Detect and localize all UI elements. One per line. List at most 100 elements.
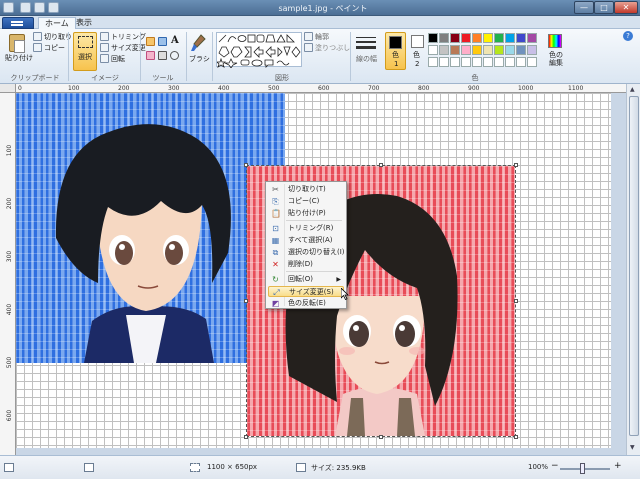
line-width-icon[interactable] xyxy=(356,35,376,53)
scroll-thumb[interactable] xyxy=(629,96,639,436)
resize-handle[interactable] xyxy=(514,163,518,167)
select-button[interactable]: 選択 xyxy=(73,32,97,71)
color-swatch[interactable] xyxy=(439,33,449,43)
color-swatch[interactable] xyxy=(428,33,438,43)
color-swatch[interactable] xyxy=(450,57,460,67)
edit-colors-icon[interactable] xyxy=(548,34,562,48)
resize-handle[interactable] xyxy=(244,435,248,439)
shapes-gallery[interactable] xyxy=(216,32,302,69)
fill-icon[interactable] xyxy=(158,37,167,46)
copy-button[interactable]: コピー xyxy=(44,44,65,52)
outline-icon[interactable] xyxy=(304,32,313,41)
line-width-button[interactable]: 線の幅 xyxy=(356,55,377,63)
color-swatch[interactable] xyxy=(494,57,504,67)
menu-item-cut[interactable]: ✂ 切り取り(T) xyxy=(268,184,344,195)
crop-icon[interactable] xyxy=(100,32,109,41)
paste-button-label[interactable]: 貼り付け xyxy=(5,54,33,62)
color-swatch[interactable] xyxy=(494,33,504,43)
close-button[interactable]: ✕ xyxy=(614,1,638,14)
brush-button-label[interactable]: ブラシ xyxy=(189,55,210,63)
menu-item-invert-color[interactable]: ◩ 色の反転(E) xyxy=(268,298,344,309)
color-swatch[interactable] xyxy=(527,45,537,55)
menu-item-crop[interactable]: ⊡ トリミング(R) xyxy=(268,223,344,234)
zoom-slider[interactable] xyxy=(560,468,610,470)
menu-item-label: 色の反転(E) xyxy=(288,299,326,307)
edit-colors-button[interactable]: 色の編集 xyxy=(547,51,565,67)
color-swatch[interactable] xyxy=(516,57,526,67)
color-swatch[interactable] xyxy=(516,45,526,55)
brush-icon[interactable] xyxy=(190,34,206,52)
menu-item-paste[interactable]: 📋 貼り付け(P) xyxy=(268,208,344,219)
menu-item-resize[interactable]: ⤢ サイズ変更(S) xyxy=(268,286,344,297)
color-swatch[interactable] xyxy=(461,45,471,55)
resize-handle[interactable] xyxy=(244,299,248,303)
color-swatch[interactable] xyxy=(461,33,471,43)
color-swatch[interactable] xyxy=(505,45,515,55)
color-swatch[interactable] xyxy=(516,33,526,43)
color-swatch[interactable] xyxy=(461,57,471,67)
color-swatch[interactable] xyxy=(505,33,515,43)
text-tool-icon[interactable]: A xyxy=(171,36,179,46)
pencil-icon[interactable] xyxy=(146,37,155,46)
color-swatch[interactable] xyxy=(439,45,449,55)
paste-icon[interactable] xyxy=(9,34,25,53)
menu-item-rotate[interactable]: ↻ 回転(O) ▶ xyxy=(268,274,344,285)
rotate-button[interactable]: 回転 xyxy=(111,55,125,63)
color-swatch[interactable] xyxy=(472,33,482,43)
resize-handle[interactable] xyxy=(379,435,383,439)
color-swatch[interactable] xyxy=(450,33,460,43)
cut-icon[interactable] xyxy=(33,32,42,41)
resize-handle[interactable] xyxy=(244,163,248,167)
horizontal-ruler: 0 100 200 300 400 500 600 700 800 900 1000 1100 xyxy=(16,84,626,93)
save-icon[interactable] xyxy=(20,2,31,13)
outline-button[interactable]: 輪郭 xyxy=(315,33,329,41)
resize-icon[interactable] xyxy=(100,43,109,52)
maximize-button[interactable]: □ xyxy=(594,1,614,14)
zoom-slider-thumb[interactable] xyxy=(580,463,585,474)
color2-button[interactable] xyxy=(411,35,424,48)
scroll-down-icon[interactable]: ▼ xyxy=(630,444,635,451)
color-swatch[interactable] xyxy=(527,33,537,43)
color-swatch[interactable] xyxy=(494,45,504,55)
magnifier-icon[interactable] xyxy=(170,51,179,60)
color-swatch[interactable] xyxy=(439,57,449,67)
color-swatch[interactable] xyxy=(483,57,493,67)
color-swatch[interactable] xyxy=(483,45,493,55)
color-swatch[interactable] xyxy=(472,45,482,55)
vertical-scrollbar[interactable]: ▲ ▼ xyxy=(626,84,640,455)
scroll-up-icon[interactable]: ▲ xyxy=(630,86,635,93)
color-palette[interactable] xyxy=(428,33,537,69)
color-swatch[interactable] xyxy=(527,57,537,67)
fill-shape-icon[interactable] xyxy=(304,43,313,52)
resize-handle[interactable] xyxy=(514,435,518,439)
minimize-button[interactable]: — xyxy=(574,1,594,14)
menu-item-delete[interactable]: ✕ 削除(D) xyxy=(268,259,344,270)
tab-view[interactable]: 表示 xyxy=(70,17,98,29)
color-swatch[interactable] xyxy=(483,33,493,43)
color-swatch[interactable] xyxy=(428,45,438,55)
paint-menu-button[interactable] xyxy=(2,17,34,29)
paint-app-icon[interactable] xyxy=(3,2,14,13)
color-swatch[interactable] xyxy=(428,57,438,67)
color-swatch[interactable] xyxy=(505,57,515,67)
eraser-icon[interactable] xyxy=(146,51,155,60)
ruler-tick-label: 100 xyxy=(68,85,80,92)
redo-icon[interactable] xyxy=(48,2,59,13)
resize-handle[interactable] xyxy=(379,163,383,167)
fill-shape-button[interactable]: 塗りつぶし xyxy=(315,44,350,52)
help-icon[interactable]: ? xyxy=(623,31,633,41)
copy-icon[interactable] xyxy=(33,43,42,52)
color-swatch[interactable] xyxy=(472,57,482,67)
zoom-in-button[interactable]: + xyxy=(614,461,622,471)
menu-item-invert-selection[interactable]: ⧉ 選択の切り替え(I) xyxy=(268,247,345,258)
undo-icon[interactable] xyxy=(34,2,45,13)
zoom-out-button[interactable]: − xyxy=(551,461,559,471)
menu-item-copy[interactable]: ⎘ コピー(C) xyxy=(268,196,344,207)
rotate-icon[interactable] xyxy=(100,54,109,63)
color-picker-icon[interactable] xyxy=(158,51,167,60)
resize-handle[interactable] xyxy=(514,299,518,303)
menu-item-select-all[interactable]: ▦ すべて選択(A) xyxy=(268,235,344,246)
color1-button[interactable]: 色 1 xyxy=(385,32,406,70)
ruler-tick-label: 500 xyxy=(6,356,14,369)
color-swatch[interactable] xyxy=(450,45,460,55)
